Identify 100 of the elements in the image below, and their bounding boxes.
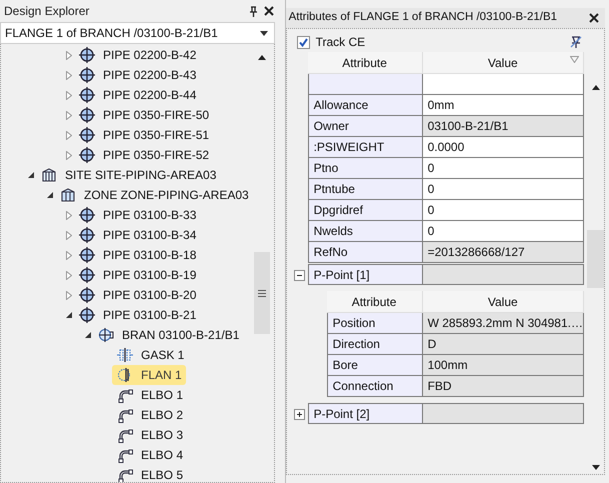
tree-item[interactable]: GASK 1 <box>139 346 186 364</box>
name-cell: :PSIWEIGHT <box>308 137 423 157</box>
tree-item[interactable]: ELBO 2 <box>139 406 186 424</box>
expand-arrow-icon[interactable] <box>66 70 72 80</box>
expand-arrow-icon[interactable] <box>66 50 72 60</box>
elbow-icon <box>117 387 133 403</box>
name-cell: Nwelds <box>308 221 423 241</box>
tree-item[interactable]: PIPE 0350-FIRE-51 <box>101 126 212 144</box>
panel-title: Attributes of FLANGE 1 of BRANCH /03100-B-21/B1 <box>288 10 558 26</box>
scroll-up-icon[interactable] <box>258 55 266 60</box>
checkbox-label: Track CE <box>316 34 366 51</box>
tree-item[interactable]: PIPE 03100-B-19 <box>101 266 198 284</box>
expand-arrow-icon[interactable] <box>66 110 72 120</box>
grip-icon <box>258 290 266 296</box>
collapse-icon[interactable] <box>294 270 305 281</box>
expand-icon[interactable] <box>294 409 305 420</box>
branch-icon <box>98 327 114 343</box>
value-cell[interactable]: 0 <box>422 200 584 220</box>
tree-item[interactable]: PIPE 0350-FIRE-52 <box>101 146 212 164</box>
collapse-arrow-icon[interactable] <box>28 172 34 178</box>
tree-item[interactable]: PIPE 0350-FIRE-50 <box>101 106 212 124</box>
pipe-icon <box>79 227 95 243</box>
pin-icon[interactable] <box>248 6 258 16</box>
elbow-icon <box>117 467 133 482</box>
elbow-icon <box>117 427 133 443</box>
track-ce-checkbox[interactable] <box>296 36 310 48</box>
scrollbar-thumb[interactable] <box>254 252 270 334</box>
scrollbar-thumb[interactable] <box>587 230 604 288</box>
tree-item[interactable]: ELBO 1 <box>139 386 186 404</box>
name-cell: Allowance <box>308 95 423 115</box>
collapse-arrow-icon[interactable] <box>47 192 53 198</box>
value-cell[interactable]: 0 <box>422 179 584 199</box>
value-cell[interactable]: 0.0000 <box>422 137 584 157</box>
scroll-up-icon[interactable] <box>592 85 600 90</box>
expand-arrow-icon[interactable] <box>66 230 72 240</box>
elbow-icon <box>117 447 133 463</box>
pipe-icon <box>79 87 95 103</box>
pipe-icon <box>79 107 95 123</box>
name-cell: Position <box>326 313 423 333</box>
pipe-icon <box>79 307 95 323</box>
tree-item[interactable]: PIPE 02200-B-44 <box>101 86 198 104</box>
value-cell[interactable]: 0 <box>422 221 584 241</box>
tree-item[interactable]: SITE SITE-PIPING-AREA03 <box>63 166 218 184</box>
tree-item[interactable]: PIPE 03100-B-18 <box>101 246 198 264</box>
pipe-icon <box>79 127 95 143</box>
tree-item[interactable]: PIPE 03100-B-33 <box>101 206 198 224</box>
collapse-arrow-icon[interactable] <box>66 312 72 318</box>
tree-item[interactable]: ZONE ZONE-PIPING-AREA03 <box>82 186 251 204</box>
value-cell: W 285893.2mm N 304981.… <box>422 313 584 333</box>
element-selector[interactable]: FLANGE 1 of BRANCH /03100-B-21/B1 <box>0 22 275 44</box>
zone-icon <box>60 187 76 203</box>
pipe-icon <box>79 267 95 283</box>
expand-arrow-icon[interactable] <box>66 270 72 280</box>
tree-item[interactable]: PIPE 02200-B-43 <box>101 66 198 84</box>
value-cell: 03100-B-21/B1 <box>422 116 584 136</box>
expand-arrow-icon[interactable] <box>66 150 72 160</box>
group-name-cell[interactable]: P-Point [2] <box>308 404 423 423</box>
expand-arrow-icon[interactable] <box>66 290 72 300</box>
column-header[interactable]: Value <box>488 54 518 72</box>
tree-item[interactable]: PIPE 03100-B-20 <box>101 286 198 304</box>
group-name-cell[interactable]: P-Point [1] <box>308 265 423 284</box>
close-icon[interactable] <box>264 6 274 16</box>
pipe-icon <box>79 287 95 303</box>
check-icon <box>298 38 308 46</box>
scroll-down-icon[interactable] <box>592 465 600 470</box>
name-cell: Ptno <box>308 158 423 178</box>
pipe-icon <box>79 247 95 263</box>
expand-arrow-icon[interactable] <box>66 130 72 140</box>
tree-item[interactable]: BRAN 03100-B-21/B1 <box>120 326 242 344</box>
tree-item[interactable]: PIPE 03100-B-34 <box>101 226 198 244</box>
tree-item[interactable]: ELBO 3 <box>139 426 186 444</box>
close-icon[interactable] <box>589 13 599 23</box>
expand-arrow-icon[interactable] <box>66 210 72 220</box>
tree-item[interactable]: PIPE 02200-B-42 <box>101 46 198 64</box>
value-cell: 100mm <box>422 355 584 375</box>
expand-arrow-icon[interactable] <box>66 90 72 100</box>
name-cell: Connection <box>326 376 423 396</box>
panel-title: Design Explorer <box>4 3 90 20</box>
tree-item[interactable]: ELBO 5 <box>139 466 186 482</box>
tree-item[interactable]: FLAN 1 <box>139 366 184 384</box>
value-cell[interactable]: 0 <box>422 158 584 178</box>
pipe-icon <box>79 67 95 83</box>
value-cell: D <box>422 334 584 354</box>
name-cell: Bore <box>326 355 423 375</box>
pin-tool-icon[interactable] <box>569 35 583 49</box>
tree-item[interactable]: PIPE 03100-B-21 <box>101 306 198 324</box>
value-cell: FBD <box>422 376 584 396</box>
name-cell: RefNo <box>308 242 423 262</box>
pipe-icon <box>79 207 95 223</box>
expand-arrow-icon[interactable] <box>66 250 72 260</box>
pipe-icon <box>79 47 95 63</box>
gasket-icon <box>117 347 133 363</box>
collapse-arrow-icon[interactable] <box>85 332 91 338</box>
column-header[interactable]: Value <box>488 292 518 310</box>
filter-icon[interactable] <box>570 56 579 63</box>
tree-item[interactable]: ELBO 4 <box>139 446 186 464</box>
name-cell: Dpgridref <box>308 200 423 220</box>
value-cell[interactable]: 0mm <box>422 95 584 115</box>
value-cell[interactable] <box>422 74 584 94</box>
name-cell: Ptntube <box>308 179 423 199</box>
